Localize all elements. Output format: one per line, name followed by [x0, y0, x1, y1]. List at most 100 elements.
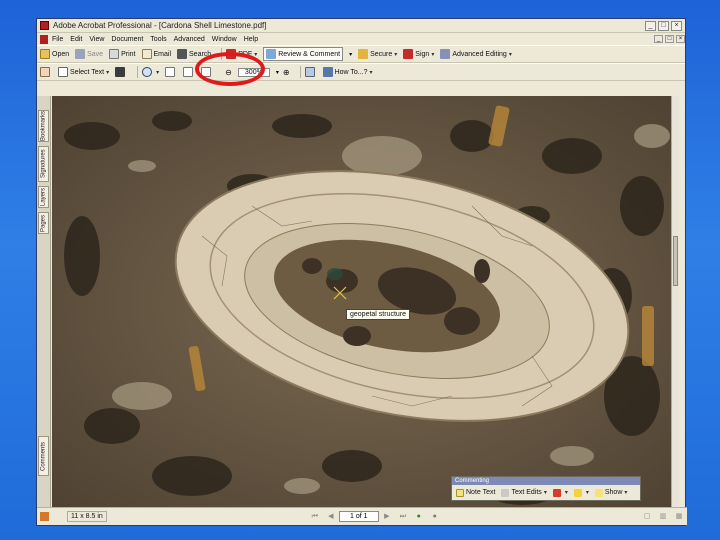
menu-tools[interactable]: Tools [150, 36, 166, 43]
open-button[interactable]: Open [40, 49, 69, 59]
binoculars-icon [177, 49, 188, 59]
tab-signatures[interactable]: Signatures [38, 146, 49, 182]
stamp-icon [552, 488, 561, 497]
chevron-down-icon: ▾ [431, 51, 435, 58]
previous-page-button[interactable]: ◀ [326, 512, 336, 521]
page-number-field[interactable]: 1 of 1 [338, 511, 379, 522]
close-button[interactable]: × [671, 20, 682, 31]
first-page-button[interactable]: ⏮ [310, 512, 320, 521]
print-button[interactable]: Print [109, 49, 136, 59]
menu-edit[interactable]: Edit [70, 36, 82, 43]
pdf-page-view[interactable]: geopetal structure Commenting Note Text … [52, 96, 679, 509]
sign-label: Sign [415, 50, 430, 58]
save-button[interactable]: Save [75, 49, 103, 59]
chevron-down-icon: ▾ [106, 69, 110, 76]
next-page-button[interactable]: ▶ [382, 512, 392, 521]
fit-page-button[interactable] [183, 67, 195, 77]
minimize-button[interactable]: _ [645, 20, 656, 31]
review-label: Review & Comment [278, 50, 341, 58]
chevron-down-icon: ▾ [564, 490, 568, 496]
tab-pages[interactable]: Pages [38, 212, 49, 234]
tab-comments[interactable]: Comments [38, 436, 49, 476]
sign-button[interactable]: Sign ▾ [403, 49, 434, 59]
chevron-down-icon: ▾ [369, 69, 373, 76]
menu-view[interactable]: View [89, 36, 104, 43]
zoom-in-button[interactable]: ⊕ [283, 68, 290, 77]
chevron-down-icon: ▾ [156, 69, 160, 76]
lock-icon [358, 49, 369, 59]
hand-icon [40, 67, 50, 77]
chevron-down-icon[interactable]: ▾ [276, 69, 279, 76]
zoom-tool-button[interactable]: ▾ [142, 67, 159, 77]
how-to-label: How To...? [334, 68, 368, 76]
menu-file[interactable]: File [52, 36, 63, 43]
open-label: Open [52, 50, 70, 58]
chevron-down-icon[interactable]: ▾ [349, 51, 352, 58]
highlight-button[interactable]: ▾ [573, 488, 589, 497]
file-toolbar: Open Save Print Email Search PDF ▾ Review… [37, 45, 685, 63]
tab-bookmarks[interactable]: Bookmarks [38, 110, 49, 142]
folder-icon [40, 49, 50, 59]
menu-help[interactable]: Help [244, 36, 258, 43]
maximize-button[interactable]: □ [658, 20, 669, 31]
annotation-tooltip: geopetal structure [346, 309, 411, 320]
continuous-page-icon[interactable]: ▥ [658, 512, 668, 521]
facing-page-icon[interactable]: ▦ [674, 512, 684, 521]
toolbar-separator [299, 66, 301, 78]
highlighter-icon [573, 488, 582, 497]
advanced-editing-label: Advanced Editing [452, 50, 507, 58]
review-comment-button[interactable]: Review & Comment [263, 47, 344, 61]
text-cursor-icon [58, 67, 68, 77]
email-button[interactable]: Email [141, 49, 172, 59]
menu-document[interactable]: Document [111, 36, 143, 43]
advanced-editing-button[interactable]: Advanced Editing ▾ [440, 49, 512, 59]
snapshot-button[interactable] [115, 67, 127, 77]
page-icon [165, 67, 176, 77]
select-text-button[interactable]: Select Text ▾ [58, 67, 109, 77]
doc-close-button[interactable]: × [676, 35, 685, 43]
magnifier-icon [142, 67, 153, 77]
note-text-label: Note Text [466, 489, 496, 496]
secure-button[interactable]: Secure ▾ [358, 49, 397, 59]
stamp-button[interactable]: ▾ [552, 488, 568, 497]
title-bar: Adobe Acrobat Professional - [Cardona Sh… [37, 19, 685, 33]
go-forward-button[interactable]: ● [430, 512, 440, 521]
navigation-panel: Bookmarks Signatures Layers Pages Commen… [37, 96, 51, 509]
page-size: 11 x 8.5 in [67, 511, 107, 522]
actual-size-button[interactable] [165, 67, 177, 77]
doc-restore-button[interactable]: □ [665, 35, 674, 43]
print-label: Print [121, 50, 136, 58]
chevron-down-icon: ▾ [543, 490, 547, 496]
commenting-title: Commenting [452, 477, 640, 485]
email-label: Email [153, 50, 172, 58]
go-back-button[interactable]: ● [414, 512, 424, 521]
scrollbar-thumb[interactable] [673, 236, 678, 286]
tab-layers[interactable]: Layers [38, 186, 49, 208]
envelope-icon [141, 49, 152, 59]
pen-icon [403, 49, 414, 59]
text-edits-label: Text Edits [511, 489, 542, 496]
menu-window[interactable]: Window [212, 36, 237, 43]
show-button[interactable]: Show ▾ [594, 488, 628, 497]
last-page-button[interactable]: ⏭ [398, 512, 408, 521]
rotate-view-button[interactable] [304, 67, 317, 77]
menu-advanced[interactable]: Advanced [174, 36, 205, 43]
vertical-scrollbar[interactable] [671, 96, 679, 509]
toolbar-separator [137, 66, 139, 78]
how-to-button[interactable]: How To...? ▾ [322, 67, 373, 77]
sticky-note-icon [456, 488, 464, 497]
advanced-editing-icon [440, 49, 451, 59]
window-title: Adobe Acrobat Professional - [Cardona Sh… [53, 21, 267, 30]
save-label: Save [87, 50, 104, 58]
single-page-icon[interactable]: ▢ [642, 512, 652, 521]
text-edits-button[interactable]: Text Edits ▾ [501, 488, 547, 497]
chevron-down-icon: ▾ [624, 490, 628, 496]
hand-tool-button[interactable] [40, 67, 52, 77]
red-highlight-circle [195, 52, 265, 86]
secure-label: Secure [370, 50, 393, 58]
note-text-button[interactable]: Note Text [456, 488, 496, 497]
doc-minimize-button[interactable]: _ [654, 35, 663, 43]
menu-bar: File Edit View Document Tools Advanced W… [37, 33, 685, 45]
fit-page-icon [183, 67, 194, 77]
camera-icon [115, 67, 126, 77]
